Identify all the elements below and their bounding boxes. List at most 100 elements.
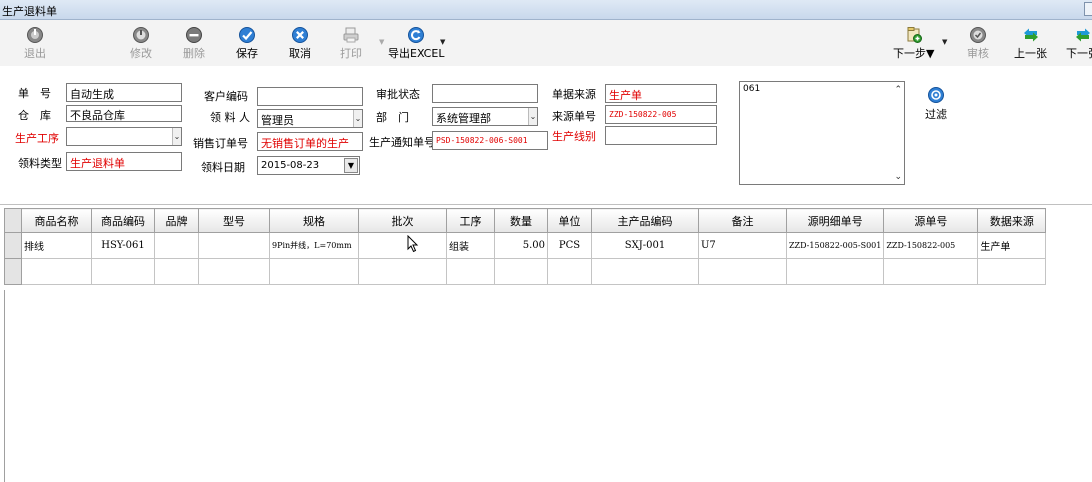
grid-cell[interactable] xyxy=(91,258,155,285)
column-header[interactable]: 源单号 xyxy=(883,208,979,233)
sales-order-field[interactable]: 无销售订单的生产 xyxy=(257,132,363,151)
picker-label: 领 料 人 xyxy=(210,111,250,124)
row-indicator[interactable] xyxy=(4,258,22,285)
grid-cell[interactable] xyxy=(154,258,199,285)
column-header[interactable]: 数量 xyxy=(494,208,548,233)
dept-value: 系统管理部 xyxy=(436,112,491,125)
process-label: 生产工序 xyxy=(15,132,59,145)
window-title: 生产退料单 xyxy=(2,5,57,18)
grid-cell-batch[interactable] xyxy=(358,232,447,259)
column-header[interactable]: 主产品编码 xyxy=(591,208,699,233)
row-indicator[interactable] xyxy=(4,232,22,259)
exit-icon xyxy=(27,27,43,43)
grid-cell[interactable] xyxy=(494,258,548,285)
column-header[interactable]: 单位 xyxy=(547,208,592,233)
grid-cell[interactable] xyxy=(698,258,787,285)
grid-cell[interactable] xyxy=(198,232,270,259)
next-step-label: 下一步▼ xyxy=(893,47,935,60)
grid-cell[interactable]: PCS xyxy=(547,232,592,259)
next-button[interactable]: 下一张 xyxy=(1066,26,1092,61)
grid-cell[interactable] xyxy=(269,258,359,285)
print-button[interactable]: 打印 xyxy=(340,26,362,61)
next-label: 下一张 xyxy=(1066,47,1092,60)
delete-button[interactable]: 删除 xyxy=(183,26,205,61)
grid-cell[interactable]: 排线 xyxy=(21,232,92,259)
customer-code-label: 客户编码 xyxy=(204,90,248,103)
prod-notice-field[interactable]: PSD-150822-006-S001 xyxy=(432,131,548,150)
prod-line-field[interactable] xyxy=(605,126,717,145)
pick-type-field[interactable]: 生产退料单 xyxy=(66,152,182,171)
grid-cell[interactable]: 9Pin并线，L=70mm xyxy=(269,232,359,259)
detail-grid-area: 商品名称 商品编码 品牌 型号 规格 批次 工序 数量 单位 主产品编码 备注 … xyxy=(0,204,1092,482)
previous-button[interactable]: 上一张 xyxy=(1014,26,1047,61)
process-select[interactable]: ⌄ xyxy=(66,127,182,146)
window-control-button[interactable] xyxy=(1084,2,1092,16)
save-button[interactable]: 保存 xyxy=(236,26,258,61)
column-header[interactable]: 商品编码 xyxy=(91,208,155,233)
exit-button[interactable]: 退出 xyxy=(24,26,46,61)
grid-cell[interactable] xyxy=(547,258,592,285)
dept-select[interactable]: 系统管理部 ⌄ xyxy=(432,107,538,126)
doc-no-field[interactable]: 自动生成 xyxy=(66,83,182,102)
export-excel-button[interactable]: 导出EXCEL xyxy=(388,26,444,61)
source-no-label: 来源单号 xyxy=(552,110,596,123)
cancel-button[interactable]: 取消 xyxy=(289,26,311,61)
grid-cell[interactable] xyxy=(154,232,199,259)
calendar-dropdown-icon[interactable]: ▼ xyxy=(344,158,358,173)
grid-cell[interactable]: U7 xyxy=(698,232,787,259)
next-step-button[interactable]: 下一步▼ xyxy=(893,26,934,61)
save-label: 保存 xyxy=(236,47,258,60)
grid-cell[interactable]: HSY-061 xyxy=(91,232,155,259)
grid-cell[interactable]: 5.00 xyxy=(494,232,548,259)
filter-icon xyxy=(928,87,944,103)
audit-button[interactable]: 审核 xyxy=(967,26,989,61)
column-header[interactable]: 工序 xyxy=(446,208,495,233)
column-header[interactable]: 数据来源 xyxy=(977,208,1047,233)
next-step-dropdown-icon[interactable]: ▼ xyxy=(942,38,947,46)
grid-cell[interactable]: ZZD-150822-005-S001 xyxy=(785,232,885,259)
chevron-down-icon[interactable]: ⌄ xyxy=(353,110,362,127)
export-dropdown-icon[interactable]: ▼ xyxy=(440,38,445,46)
chevron-down-icon[interactable]: ⌄ xyxy=(172,128,181,145)
filter-label: 过滤 xyxy=(925,108,947,121)
column-header[interactable]: 批次 xyxy=(358,208,447,233)
source-no-field[interactable]: ZZD-150822-005 xyxy=(605,105,717,124)
grid-cell[interactable]: 组装 xyxy=(446,232,495,259)
warehouse-label: 仓 库 xyxy=(18,109,51,122)
column-header[interactable]: 规格 xyxy=(269,208,359,233)
table-row-empty[interactable] xyxy=(4,258,1047,285)
edit-button[interactable]: 修改 xyxy=(130,26,152,61)
memo-textarea[interactable]: 061 ⌃ ⌄ xyxy=(739,81,905,185)
column-header[interactable]: 源明细单号 xyxy=(785,208,885,233)
scroll-down-icon[interactable]: ⌄ xyxy=(894,172,902,182)
column-header[interactable]: 备注 xyxy=(698,208,787,233)
picker-select[interactable]: 管理员 ⌄ xyxy=(257,109,363,128)
print-dropdown-icon[interactable]: ▼ xyxy=(379,38,384,46)
grid-cell[interactable] xyxy=(198,258,270,285)
customer-code-field[interactable] xyxy=(257,87,363,106)
scroll-up-icon[interactable]: ⌃ xyxy=(894,85,902,95)
grid-cell[interactable]: 生产单 xyxy=(977,232,1047,259)
pick-date-picker[interactable]: 2015-08-23 ▼ xyxy=(257,156,360,175)
grid-cell[interactable] xyxy=(977,258,1047,285)
grid-cell[interactable] xyxy=(358,258,447,285)
approval-field[interactable] xyxy=(432,84,538,103)
filter-button[interactable]: 过滤 xyxy=(922,86,950,122)
grid-cell[interactable] xyxy=(446,258,495,285)
column-header[interactable]: 商品名称 xyxy=(21,208,92,233)
toolbar: 退出 修改 删除 保存 取消 打印 ▼ 导出EXCEL ▼ 下一步▼ ▼ 审核 … xyxy=(0,20,1092,66)
sales-order-label: 销售订单号 xyxy=(193,137,248,150)
grid-cell[interactable] xyxy=(21,258,92,285)
doc-source-field[interactable]: 生产单 xyxy=(605,84,717,103)
grid-cell[interactable]: SXJ-001 xyxy=(591,232,699,259)
grid-cell[interactable] xyxy=(591,258,699,285)
table-row[interactable]: 排线 HSY-061 9Pin并线，L=70mm 组装 5.00 PCS SXJ… xyxy=(4,232,1047,259)
column-header[interactable]: 品牌 xyxy=(154,208,199,233)
column-header[interactable]: 型号 xyxy=(198,208,270,233)
grid-cell[interactable] xyxy=(785,258,885,285)
grid-cell[interactable]: ZZD-150822-005 xyxy=(883,232,979,259)
grid-cell[interactable] xyxy=(883,258,979,285)
edit-icon xyxy=(133,27,149,43)
chevron-down-icon[interactable]: ⌄ xyxy=(528,108,537,125)
warehouse-field[interactable]: 不良品仓库 xyxy=(66,105,182,122)
